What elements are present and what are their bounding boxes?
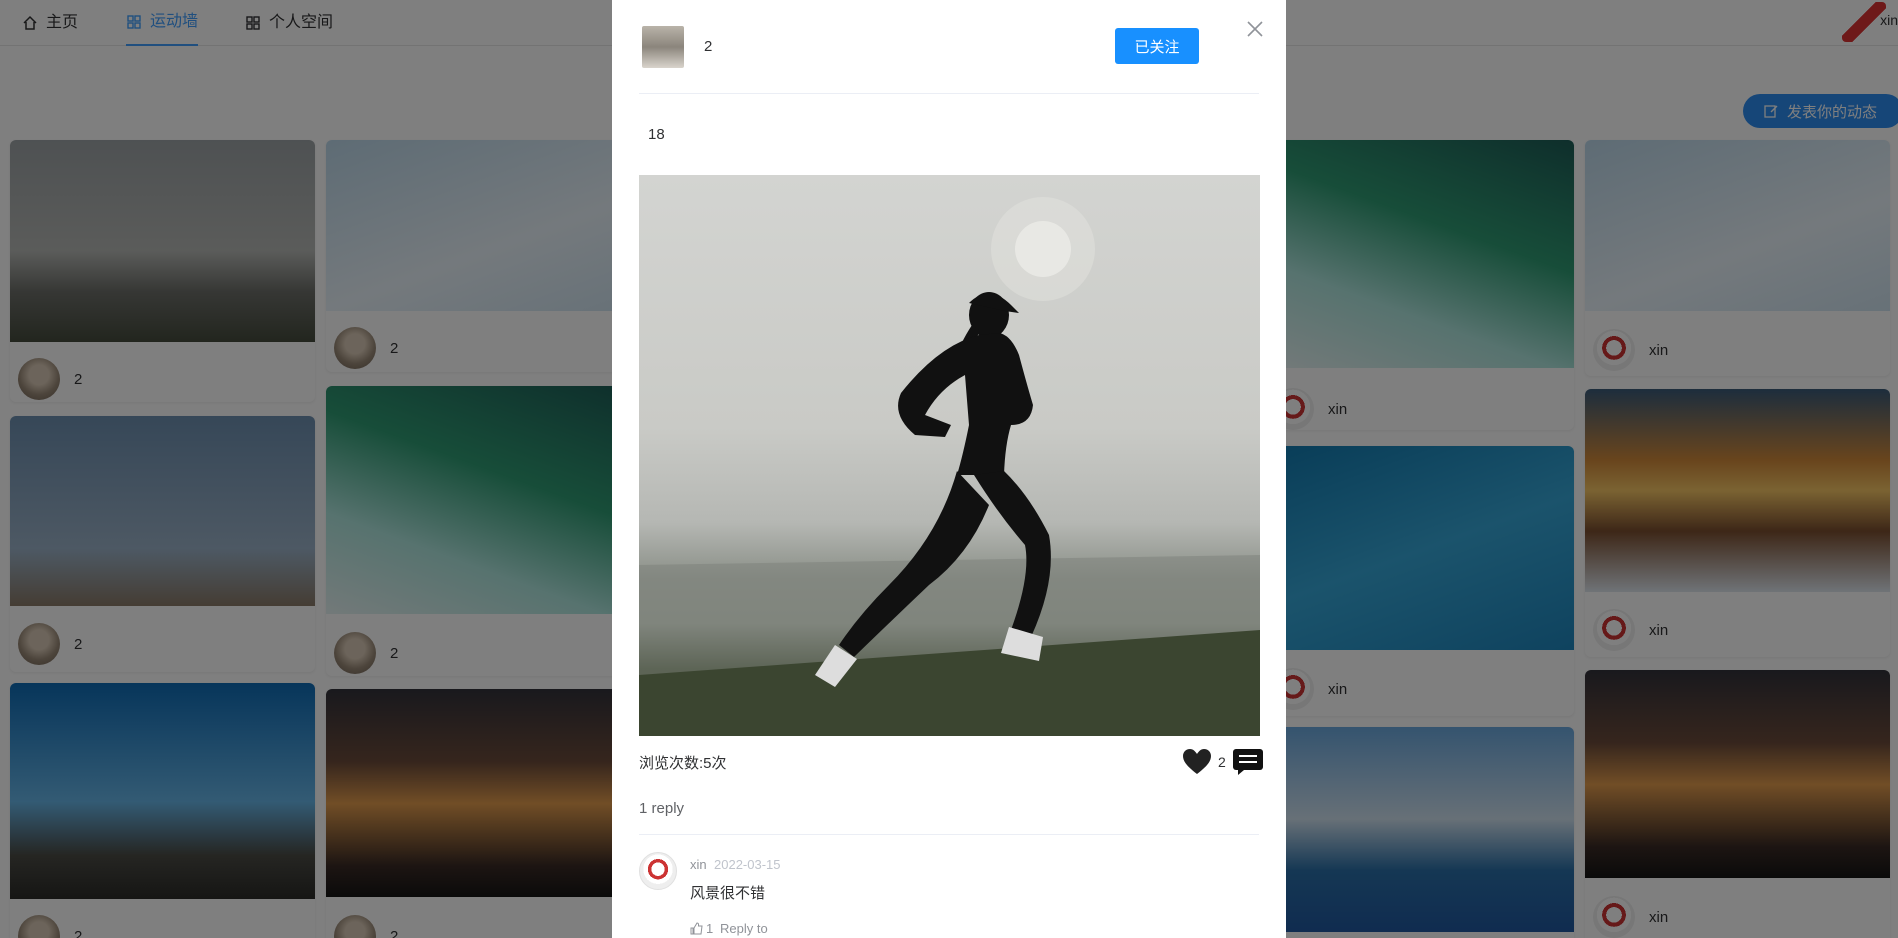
comment-like-button[interactable]: 1: [690, 921, 713, 936]
reply-count: 1 reply: [639, 800, 685, 817]
comment-icon[interactable]: [1232, 748, 1264, 776]
comment-like-count: 1: [706, 921, 714, 936]
heart-icon[interactable]: [1182, 748, 1212, 776]
commenter-avatar[interactable]: [639, 852, 677, 890]
like-count: 2: [1218, 754, 1226, 770]
post-actions: 2: [1182, 748, 1264, 776]
post-detail-dialog: 2 已关注 18 浏览次数:5次 2 1 reply xin 2022-03-1…: [612, 0, 1286, 938]
runner-silhouette: [639, 197, 1260, 736]
view-count: 浏览次数:5次: [639, 755, 727, 772]
comment-text: 风景很不错: [690, 885, 766, 902]
divider: [639, 93, 1259, 94]
post-content: 18: [648, 126, 665, 143]
divider: [639, 834, 1259, 835]
page: 主页 运动墙 个人空间 xin 发表你的动态 2 2 2 2 2: [0, 0, 1898, 938]
author-name[interactable]: 2: [704, 38, 712, 55]
comment-date: 2022-03-15: [714, 857, 781, 872]
post-photo[interactable]: [639, 175, 1260, 736]
reply-to-link[interactable]: Reply to: [720, 921, 768, 936]
close-icon[interactable]: [1246, 20, 1264, 38]
follow-button[interactable]: 已关注: [1115, 28, 1199, 64]
author-avatar[interactable]: [642, 26, 684, 68]
thumbs-up-icon: [690, 922, 703, 935]
commenter-name[interactable]: xin: [690, 857, 707, 872]
